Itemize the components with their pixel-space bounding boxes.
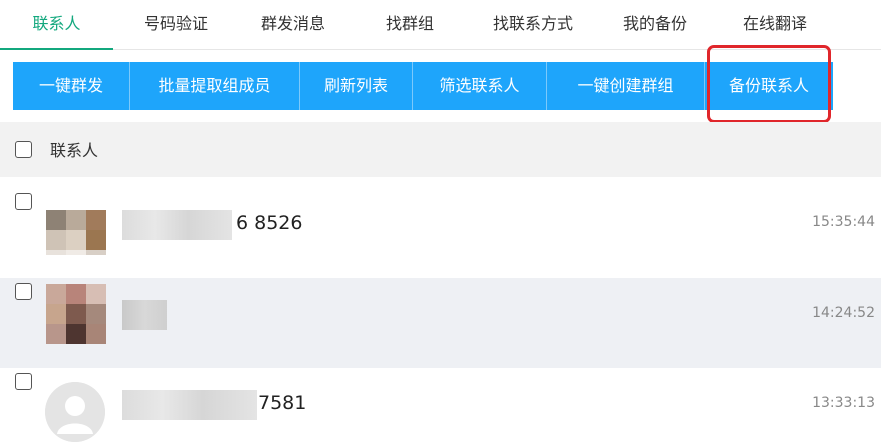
filter-contacts-button[interactable]: 筛选联系人 xyxy=(413,62,547,110)
message-time: 13:33:13 xyxy=(812,395,875,411)
highlight-annotation xyxy=(707,45,831,123)
avatar xyxy=(46,284,106,344)
contact-name-partial: 6 8526 xyxy=(236,212,303,234)
redacted-name xyxy=(122,210,232,240)
select-all-checkbox[interactable] xyxy=(15,141,32,158)
contact-row[interactable]: 7581 13:33:13 xyxy=(0,368,881,443)
refresh-list-button[interactable]: 刷新列表 xyxy=(300,62,413,110)
default-avatar-icon xyxy=(45,382,105,442)
tab-my-backups[interactable]: 我的备份 xyxy=(610,0,700,50)
list-header-label: 联系人 xyxy=(50,141,99,160)
avatar xyxy=(46,210,106,255)
row-checkbox[interactable] xyxy=(15,283,32,300)
create-group-button[interactable]: 一键创建群组 xyxy=(547,62,705,110)
redacted-name xyxy=(122,390,257,420)
list-header: 联系人 xyxy=(0,122,881,177)
message-time: 15:35:44 xyxy=(812,214,875,230)
row-checkbox[interactable] xyxy=(15,193,32,210)
extract-members-button[interactable]: 批量提取组成员 xyxy=(130,62,300,110)
bulk-send-button[interactable]: 一键群发 xyxy=(13,62,130,110)
tab-translate[interactable]: 在线翻译 xyxy=(728,0,822,50)
contact-name-partial: 7581 xyxy=(258,392,307,414)
message-time: 14:24:52 xyxy=(812,305,875,321)
tab-find-groups[interactable]: 找群组 xyxy=(370,0,450,50)
redacted-name xyxy=(122,300,167,330)
contact-row[interactable]: 14:24:52 xyxy=(0,278,881,368)
tab-number-verify[interactable]: 号码验证 xyxy=(128,0,224,50)
tab-find-contacts[interactable]: 找联系方式 xyxy=(478,0,588,50)
row-checkbox[interactable] xyxy=(15,373,32,390)
top-tab-bar: 联系人 号码验证 群发消息 找群组 找联系方式 我的备份 在线翻译 xyxy=(0,0,881,50)
tab-bulk-message[interactable]: 群发消息 xyxy=(245,0,341,50)
contact-row[interactable]: 6 8526 15:35:44 xyxy=(0,188,881,278)
tab-contacts[interactable]: 联系人 xyxy=(0,0,113,50)
